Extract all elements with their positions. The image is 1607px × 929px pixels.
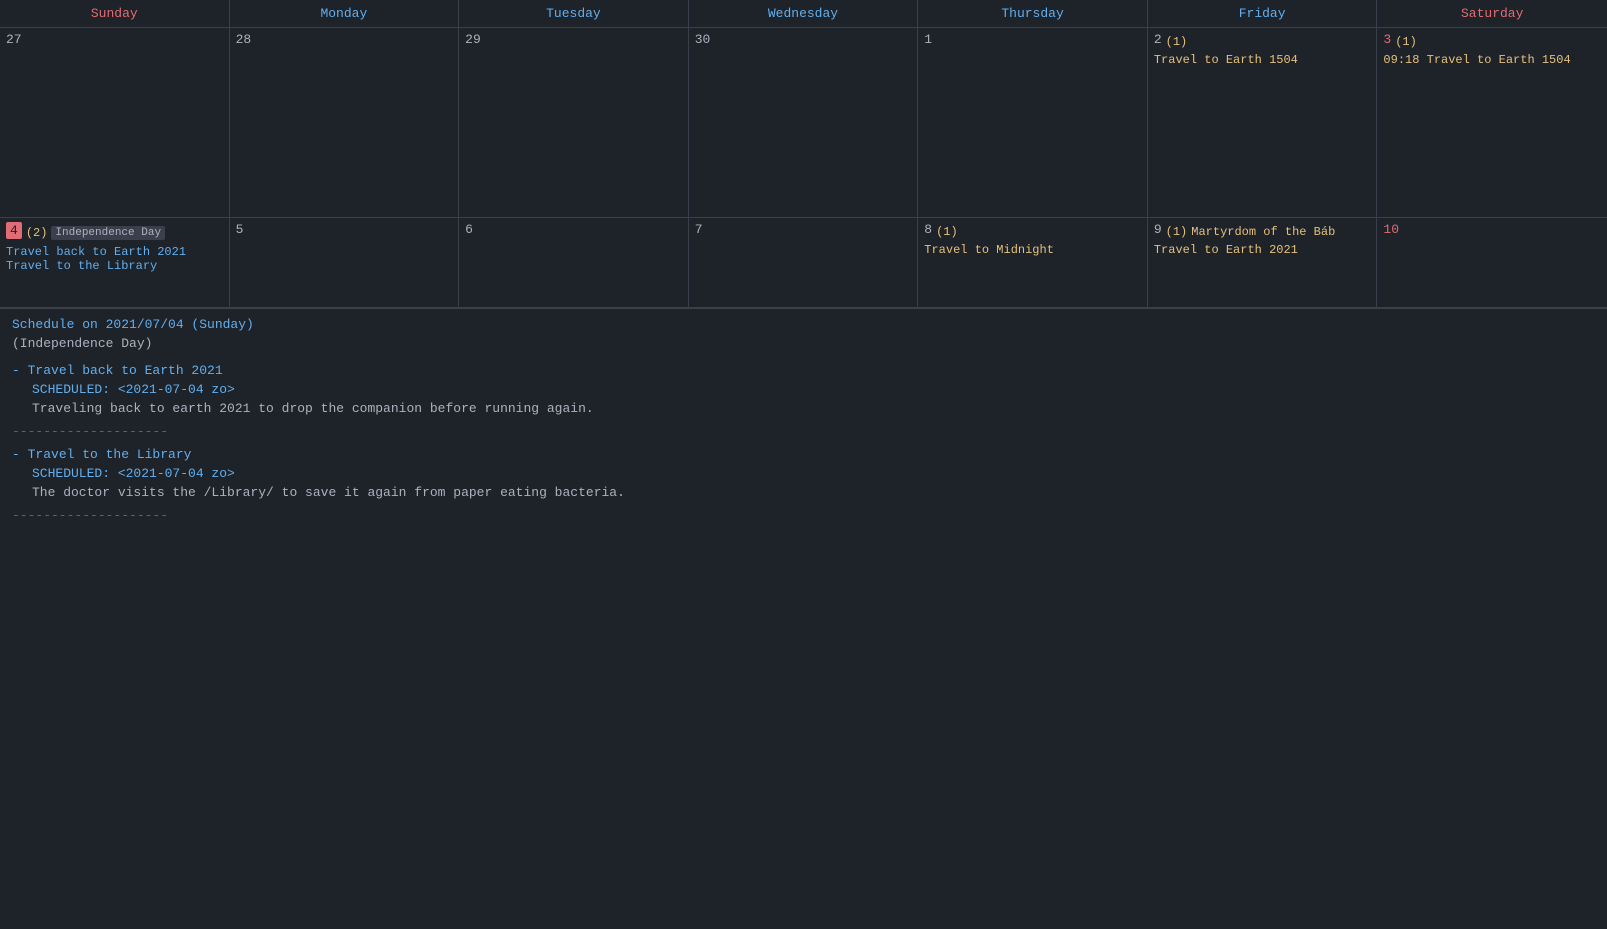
day-2-event-1: Travel to Earth 1504 xyxy=(1154,53,1371,67)
schedule-item-2-title: Travel to the Library xyxy=(12,447,1595,462)
day-9[interactable]: 9 (1) Martyrdom of the Báb Travel to Ear… xyxy=(1148,218,1378,308)
calendar-header: Sunday Monday Tuesday Wednesday Thursday… xyxy=(0,0,1607,28)
day-9-header: 9 (1) Martyrdom of the Báb xyxy=(1154,222,1371,241)
schedule-holiday: (Independence Day) xyxy=(12,336,1595,351)
day-3-header: 3 (1) xyxy=(1383,32,1601,51)
day-4-header: 4 (2) Independence Day xyxy=(6,222,223,243)
day-number-8: 8 xyxy=(924,222,932,237)
day-number-5: 5 xyxy=(236,222,453,237)
schedule-section: Schedule on 2021/07/04 (Sunday) (Indepen… xyxy=(0,308,1607,539)
schedule-header: Schedule on 2021/07/04 (Sunday) xyxy=(12,317,1595,332)
day-number-29: 29 xyxy=(465,32,682,47)
day-number-30: 30 xyxy=(695,32,912,47)
day-number-28: 28 xyxy=(236,32,453,47)
day-number-3: 3 xyxy=(1383,32,1391,47)
header-sunday: Sunday xyxy=(0,0,230,27)
day-7[interactable]: 7 xyxy=(689,218,919,308)
day-8-event-1: Travel to Midnight xyxy=(924,243,1141,257)
calendar-container: Sunday Monday Tuesday Wednesday Thursday… xyxy=(0,0,1607,539)
day-number-4: 4 xyxy=(6,222,22,239)
day-number-1: 1 xyxy=(924,32,1141,47)
schedule-item-1-scheduled: SCHEDULED: <2021-07-04 zo> xyxy=(32,382,1595,397)
day-9-event-1: Travel to Earth 2021 xyxy=(1154,243,1371,257)
day-4-count: (2) xyxy=(26,226,48,240)
day-4-event-1: Travel back to Earth 2021 xyxy=(6,245,223,259)
day-number-9: 9 xyxy=(1154,222,1162,237)
day-number-7: 7 xyxy=(695,222,912,237)
header-monday: Monday xyxy=(230,0,460,27)
day-9-count: (1) xyxy=(1166,225,1188,239)
week2-row: 4 (2) Independence Day Travel back to Ea… xyxy=(0,218,1607,308)
header-saturday: Saturday xyxy=(1377,0,1607,27)
day-30[interactable]: 30 xyxy=(689,28,919,218)
day-9-holiday: Martyrdom of the Báb xyxy=(1191,225,1335,239)
schedule-item-2: Travel to the Library SCHEDULED: <2021-0… xyxy=(12,447,1595,500)
header-friday: Friday xyxy=(1148,0,1378,27)
day-3[interactable]: 3 (1) 09:18 Travel to Earth 1504 xyxy=(1377,28,1607,218)
schedule-divider-2: -------------------- xyxy=(12,508,1595,523)
day-29[interactable]: 29 xyxy=(459,28,689,218)
schedule-item-1-title: Travel back to Earth 2021 xyxy=(12,363,1595,378)
header-tuesday: Tuesday xyxy=(459,0,689,27)
day-2-header: 2 (1) xyxy=(1154,32,1371,51)
day-27[interactable]: 27 xyxy=(0,28,230,218)
day-8-count: (1) xyxy=(936,225,958,239)
day-number-2: 2 xyxy=(1154,32,1162,47)
day-2[interactable]: 2 (1) Travel to Earth 1504 xyxy=(1148,28,1378,218)
day-1[interactable]: 1 xyxy=(918,28,1148,218)
header-wednesday: Wednesday xyxy=(689,0,919,27)
schedule-item-1: Travel back to Earth 2021 SCHEDULED: <20… xyxy=(12,363,1595,416)
day-28[interactable]: 28 xyxy=(230,28,460,218)
schedule-item-2-scheduled: SCHEDULED: <2021-07-04 zo> xyxy=(32,466,1595,481)
day-number-10: 10 xyxy=(1383,222,1601,237)
day-number-27: 27 xyxy=(6,32,223,47)
day-4-holiday: Independence Day xyxy=(51,226,165,240)
day-5[interactable]: 5 xyxy=(230,218,460,308)
day-6[interactable]: 6 xyxy=(459,218,689,308)
day-4[interactable]: 4 (2) Independence Day Travel back to Ea… xyxy=(0,218,230,308)
day-8-header: 8 (1) xyxy=(924,222,1141,241)
schedule-divider-1: -------------------- xyxy=(12,424,1595,439)
day-2-count: (1) xyxy=(1166,35,1188,49)
day-number-6: 6 xyxy=(465,222,682,237)
day-3-event-1: 09:18 Travel to Earth 1504 xyxy=(1383,53,1601,67)
schedule-item-1-description: Traveling back to earth 2021 to drop the… xyxy=(32,401,1595,416)
schedule-item-2-description: The doctor visits the /Library/ to save … xyxy=(32,485,1595,500)
day-3-count: (1) xyxy=(1395,35,1417,49)
week1-row: 27 28 29 30 1 2 (1) Travel to Earth 1504 xyxy=(0,28,1607,218)
day-4-event-2: Travel to the Library xyxy=(6,259,223,273)
day-10[interactable]: 10 xyxy=(1377,218,1607,308)
header-thursday: Thursday xyxy=(918,0,1148,27)
day-8[interactable]: 8 (1) Travel to Midnight xyxy=(918,218,1148,308)
